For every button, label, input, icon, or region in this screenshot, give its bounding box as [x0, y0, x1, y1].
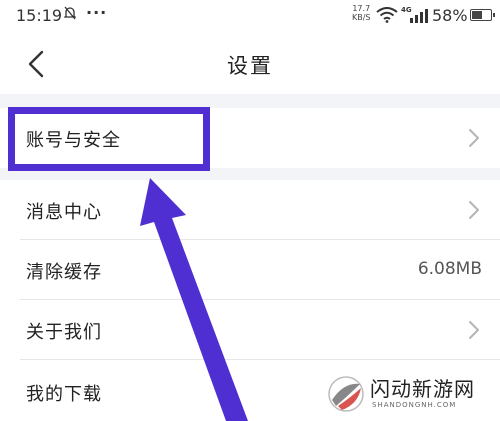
- watermark-logo-icon: [328, 376, 364, 412]
- pointer-arrow-icon: [140, 178, 248, 421]
- watermark-subtext: SHANDONGNH.COM: [372, 401, 457, 409]
- watermark-text: 闪动新游网: [370, 377, 475, 401]
